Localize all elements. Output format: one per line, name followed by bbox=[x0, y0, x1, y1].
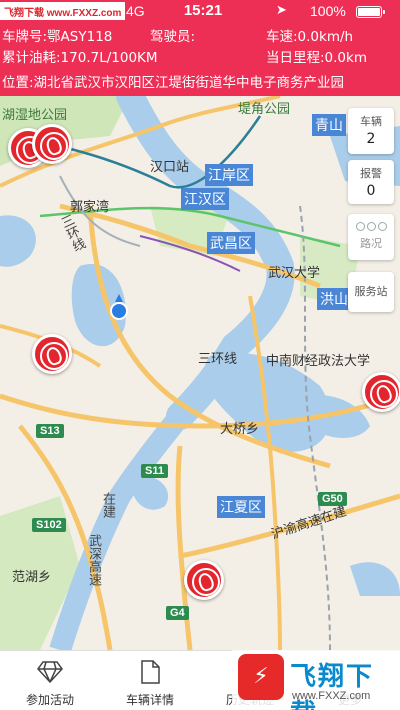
map-label-hwy-zaijian: 在建 bbox=[100, 492, 115, 518]
map-label-whu: 武汉大学 bbox=[268, 266, 321, 281]
fuel-consumption: 累计油耗:170.7L/100KM bbox=[2, 50, 158, 66]
location-arrow-icon: ➤ bbox=[276, 3, 287, 18]
vehicle-header: 飞翔下载 www.FXXZ.com 4G 15:21 ➤ 100% 车牌号:鄂A… bbox=[0, 0, 400, 96]
network-indicator: 4G bbox=[126, 3, 145, 19]
traffic-lights-icon bbox=[348, 222, 394, 231]
road-badge-s13: S13 bbox=[36, 424, 64, 438]
driver-name: 驾驶员: bbox=[150, 29, 196, 45]
status-bar: 飞翔下载 www.FXXZ.com 4G 15:21 ➤ 100% bbox=[0, 0, 400, 22]
diamond-icon bbox=[0, 659, 100, 685]
battery-percent: 100% bbox=[310, 3, 346, 19]
clock: 15:21 bbox=[183, 2, 223, 19]
map-view[interactable]: 湖湿地公园 堤角公园 青山 汉口站 江岸区 江汉区 郭家湾 三环线 武昌区 武汉… bbox=[0, 96, 400, 650]
map-label-jiangxia: 江夏区 bbox=[217, 496, 265, 518]
dealer-pin-icon[interactable] bbox=[32, 334, 72, 374]
daily-mileage: 当日里程:0.0km bbox=[266, 50, 367, 66]
map-label-znufe: 中南财经政法大学 bbox=[266, 354, 371, 369]
map-label-qingshan: 青山 bbox=[312, 114, 346, 136]
traffic-label: 路况 bbox=[360, 237, 382, 250]
map-label-hwy-wushen: 武深高速 bbox=[86, 534, 101, 586]
traffic-toggle[interactable]: 路况 bbox=[348, 214, 394, 260]
alarm-button[interactable]: 报警 0 bbox=[348, 160, 394, 204]
dealer-pin-icon[interactable] bbox=[184, 560, 224, 600]
road-badge-s102: S102 bbox=[32, 518, 66, 532]
road-badge-g4: G4 bbox=[166, 606, 189, 620]
map-label-sanhuan-south: 三环线 bbox=[198, 352, 238, 367]
battery-icon bbox=[356, 6, 385, 18]
dealer-pin-icon[interactable] bbox=[32, 124, 72, 164]
map-label-daqiao: 大桥乡 bbox=[220, 422, 260, 437]
brand-url: www.FXXZ.com bbox=[292, 690, 371, 702]
location-address: 位置:湖北省武汉市汉阳区江堤街街道华中电子商务产业园 bbox=[2, 75, 345, 91]
speed-readout: 车速:0.0km/h bbox=[266, 29, 354, 45]
watermark-logo: ⚡ 飞翔下载 www.FXXZ.com bbox=[232, 650, 400, 710]
service-station-label: 服务站 bbox=[354, 285, 388, 298]
map-label-jiangan: 江岸区 bbox=[205, 164, 253, 186]
tab-activities-label: 参加活动 bbox=[25, 693, 74, 707]
tab-activities[interactable]: 参加活动 bbox=[0, 651, 100, 710]
alarm-label: 报警 bbox=[360, 167, 382, 180]
document-icon bbox=[100, 659, 200, 685]
map-label-dijiao: 堤角公园 bbox=[238, 102, 291, 117]
heading-arrow-icon bbox=[115, 294, 123, 302]
map-label-hongshan: 洪山 bbox=[317, 288, 351, 310]
map-label-hankou: 汉口站 bbox=[150, 160, 190, 175]
vehicles-label: 车辆 bbox=[360, 115, 382, 128]
dealer-pin-icon[interactable] bbox=[362, 372, 400, 412]
alarm-count: 0 bbox=[366, 183, 376, 199]
map-label-guojiawan: 郭家湾 bbox=[70, 200, 110, 215]
brand-mark-icon: ⚡ bbox=[238, 654, 284, 700]
service-station-button[interactable]: 服务站 bbox=[348, 272, 394, 312]
map-label-jianghan: 江汉区 bbox=[181, 188, 229, 210]
current-location-marker bbox=[110, 294, 128, 320]
map-label-wetland: 湖湿地公园 bbox=[2, 108, 68, 123]
map-label-wuchang: 武昌区 bbox=[207, 232, 255, 254]
vehicles-button[interactable]: 车辆 2 bbox=[348, 108, 394, 154]
plate-number: 车牌号:鄂ASY118 bbox=[2, 29, 113, 45]
tab-vehicle-details[interactable]: 车辆详情 bbox=[100, 651, 200, 710]
road-badge-s11: S11 bbox=[141, 464, 168, 478]
tab-vehicle-details-label: 车辆详情 bbox=[125, 693, 174, 707]
map-label-fanhu: 范湖乡 bbox=[12, 570, 52, 585]
vehicles-count: 2 bbox=[366, 131, 376, 147]
location-dot-icon bbox=[110, 302, 128, 320]
watermark: 飞翔下载 www.FXXZ.com bbox=[0, 2, 126, 20]
